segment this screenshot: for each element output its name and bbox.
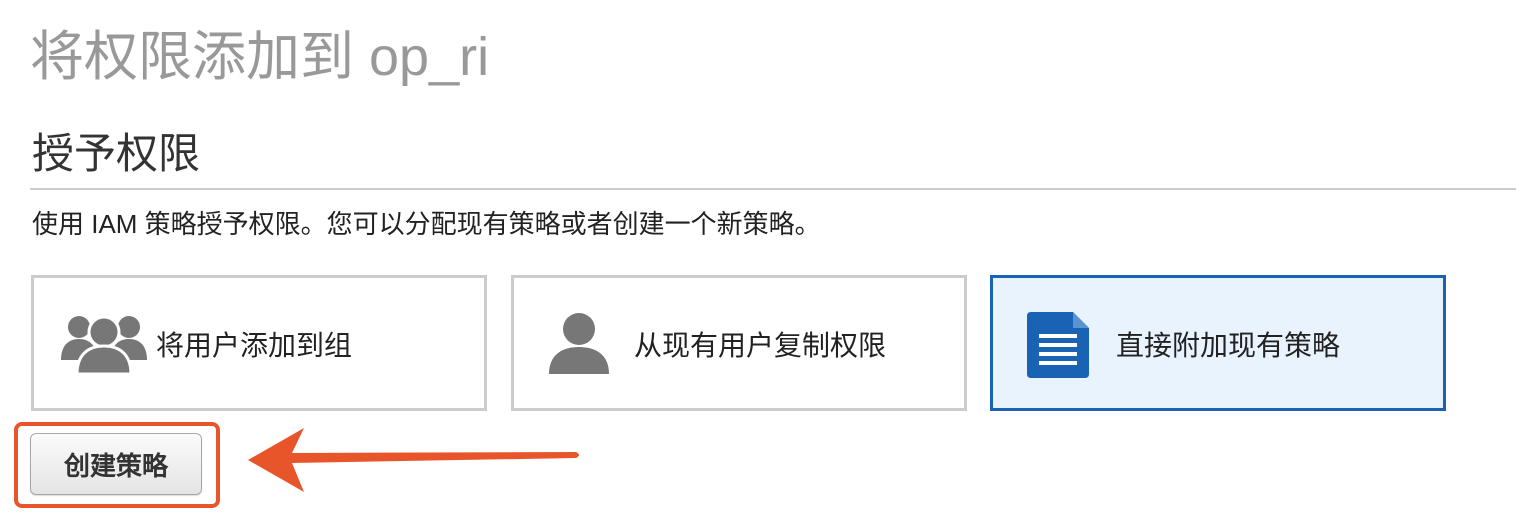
page-title: 将权限添加到 op_ri xyxy=(30,27,490,87)
option-label: 将用户添加到组 xyxy=(156,330,353,361)
user-icon xyxy=(549,313,609,374)
create-policy-button[interactable]: 创建策略 xyxy=(30,433,202,495)
permissions-page: 将权限添加到 op_ri 授予权限 使用 IAM 策略授予权限。您可以分配现有策… xyxy=(0,0,1516,524)
document-icon xyxy=(1027,312,1089,378)
option-copy-permissions[interactable]: 从现有用户复制权限 xyxy=(511,275,967,411)
section-title: 授予权限 xyxy=(32,130,201,177)
section-divider xyxy=(30,188,1516,190)
option-add-to-group[interactable]: 将用户添加到组 xyxy=(31,275,487,411)
section-description: 使用 IAM 策略授予权限。您可以分配现有策略或者创建一个新策略。 xyxy=(32,209,821,239)
option-label: 从现有用户复制权限 xyxy=(634,330,887,361)
user-group-icon xyxy=(61,315,147,374)
option-attach-policies[interactable]: 直接附加现有策略 xyxy=(990,275,1446,411)
option-label: 直接附加现有策略 xyxy=(1116,330,1341,361)
annotation-arrow-icon xyxy=(248,428,579,492)
